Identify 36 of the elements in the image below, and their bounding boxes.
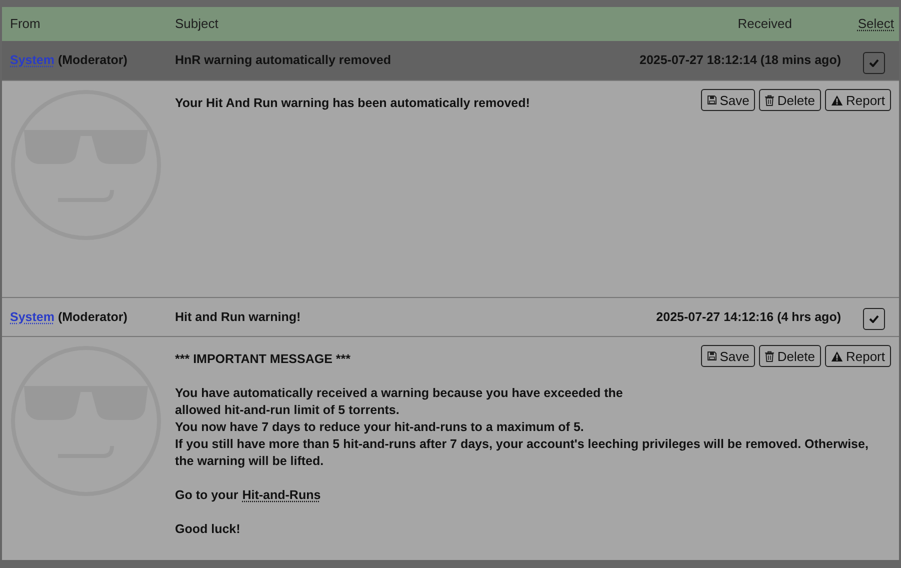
warning-icon bbox=[830, 94, 843, 106]
message-text: *** IMPORTANT MESSAGE *** bbox=[175, 351, 350, 368]
save-button[interactable]: Save bbox=[700, 345, 756, 367]
message-text: If you still have more than 5 hit-and-runs after 7 days, your account's leeching privileges will be removed. Otherwise, bbox=[175, 436, 868, 453]
sender-role: (Moderator) bbox=[58, 53, 128, 68]
received-date: 2025-07-27 18:12:14 (18 mins ago) bbox=[640, 53, 841, 68]
message-text: the warning will be lifted. bbox=[175, 453, 324, 470]
delete-button[interactable]: Delete bbox=[759, 345, 821, 367]
from-column-header: From bbox=[10, 16, 40, 32]
message-text: Go to your bbox=[175, 487, 238, 504]
message-subject: Hit and Run warning! bbox=[175, 310, 301, 324]
save-icon bbox=[706, 95, 717, 105]
save-button[interactable]: Save bbox=[700, 89, 756, 111]
message-subject: HnR warning automatically removed bbox=[175, 53, 392, 68]
received-column-header: Received bbox=[738, 16, 792, 32]
received-date: 2025-07-27 14:12:16 (4 hrs ago) bbox=[656, 310, 841, 324]
trash-icon bbox=[765, 350, 774, 362]
delete-button[interactable]: Delete bbox=[759, 89, 821, 111]
subject-column-header: Subject bbox=[175, 16, 218, 32]
message-text: You have automatically received a warning because you have exceeded the bbox=[175, 385, 623, 402]
save-icon bbox=[706, 351, 717, 361]
warning-icon bbox=[830, 350, 843, 362]
trash-icon bbox=[765, 94, 774, 106]
hit-and-runs-link[interactable]: Hit-and-Runs bbox=[242, 487, 321, 504]
message-text: Your Hit And Run warning has been automatically removed! bbox=[175, 95, 530, 112]
select-all-link[interactable]: Select bbox=[858, 16, 894, 32]
check-icon bbox=[869, 58, 879, 66]
select-checkbox[interactable] bbox=[863, 308, 885, 330]
report-button[interactable]: Report bbox=[824, 89, 891, 111]
message-text: You now have 7 days to reduce your hit-and-runs to a maximum of 5. bbox=[175, 419, 584, 436]
check-icon bbox=[869, 315, 879, 323]
sender-role: (Moderator) bbox=[58, 310, 128, 324]
select-checkbox[interactable] bbox=[863, 52, 885, 74]
message-text: Good luck! bbox=[175, 521, 240, 538]
report-button[interactable]: Report bbox=[824, 345, 891, 367]
message-text: allowed hit-and-run limit of 5 torrents. bbox=[175, 402, 400, 419]
